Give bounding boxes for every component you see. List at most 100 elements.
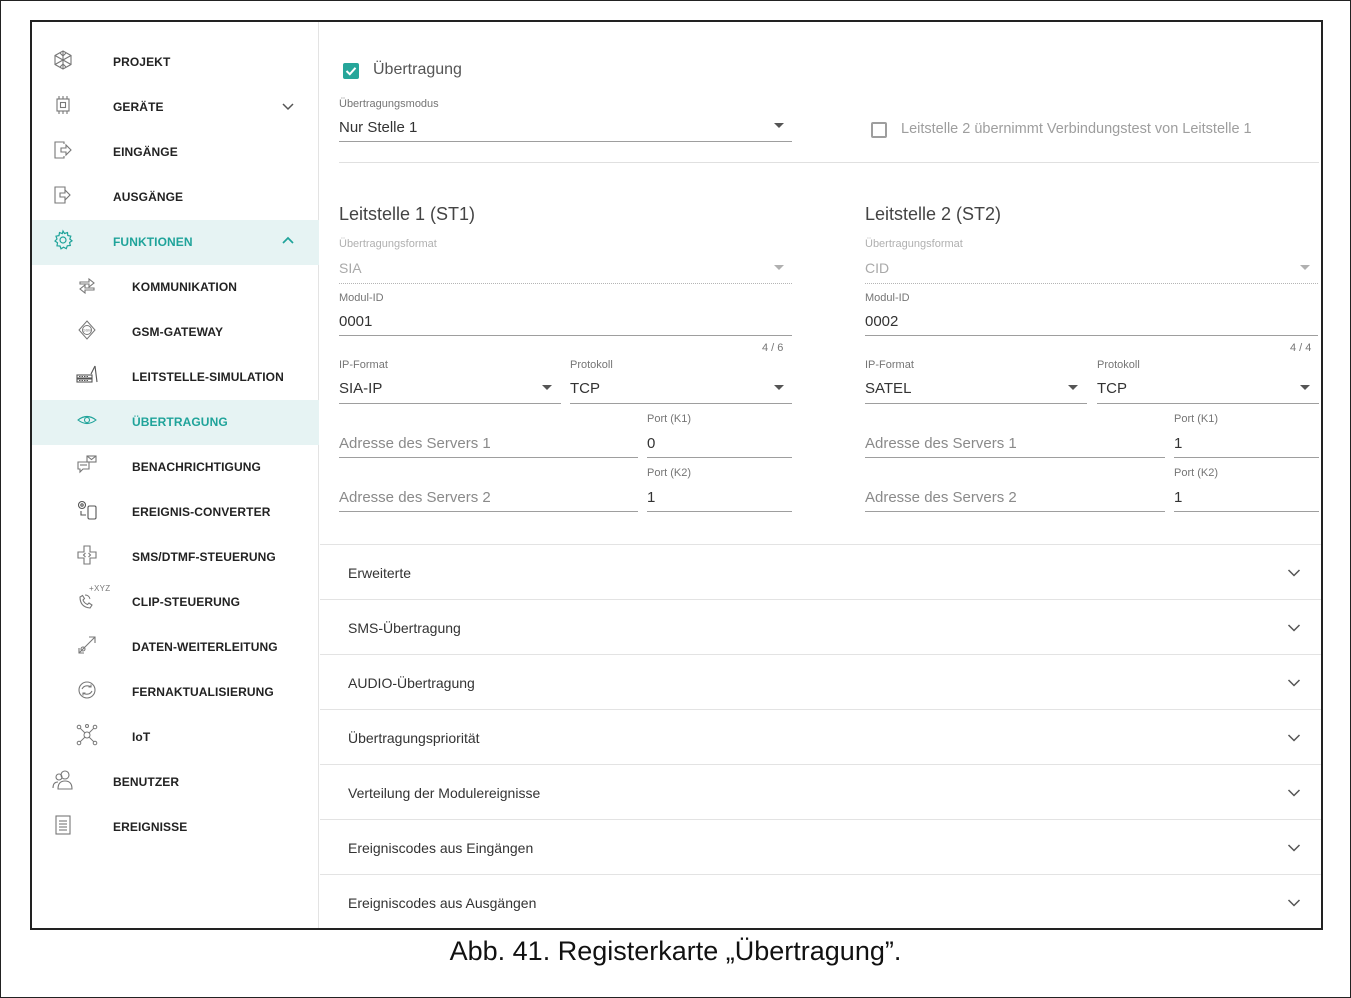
sidebar-item-ausgaenge[interactable]: AUSGÄNGE (32, 175, 319, 220)
sidebar-item-clip-steuerung[interactable]: +XYZ CLIP-STEUERUNG (32, 580, 319, 625)
st2-ip-format-select[interactable]: SATEL (865, 380, 911, 397)
sidebar-item-gsm-gateway[interactable]: GSM GSM-GATEWAY (32, 310, 319, 355)
sidebar-item-geraete[interactable]: GERÄTE (32, 85, 319, 130)
st1-port1-input[interactable]: 0 (647, 435, 655, 452)
sidebar-item-uebertragung[interactable]: ÜBERTRAGUNG (32, 400, 319, 445)
st1-server1-underline (339, 457, 638, 458)
st1-module-id-counter: 4 / 6 (762, 342, 784, 354)
sidebar-item-kommunikation[interactable]: KOMMUNIKATION (32, 265, 319, 310)
st2-protocol-label: Protokoll (1097, 359, 1140, 371)
gsm-gateway-icon: GSM (76, 319, 98, 341)
sidebar-item-benutzer[interactable]: BENUTZER (32, 760, 319, 805)
st1-format-underline (339, 283, 792, 284)
chevron-up-icon[interactable] (280, 233, 296, 249)
sidebar-item-ereignisse[interactable]: EREIGNISSE (32, 805, 319, 850)
st1-port1-label: Port (K1) (647, 413, 692, 425)
sidebar-item-funktionen[interactable]: FUNKTIONEN (32, 220, 319, 265)
accordion-ereigniscodes-eingaenge[interactable]: Ereigniscodes aus Eingängen (320, 819, 1321, 874)
st2-format-select: CID (865, 260, 890, 276)
sidebar-item-label: BENACHRICHTIGUNG (132, 460, 261, 474)
sidebar-item-label: CLIP-STEUERUNG (132, 595, 241, 609)
gear-icon (52, 229, 74, 251)
sidebar-item-daten-weiterleitung[interactable]: DATEN-WEITERLEITUNG (32, 625, 319, 670)
accordion-label: Ereigniscodes aus Ausgängen (348, 895, 537, 911)
transmission-checkbox[interactable] (343, 63, 359, 79)
st2-protocol-select[interactable]: TCP (1097, 380, 1127, 397)
st2-port2-input[interactable]: 1 (1174, 489, 1182, 506)
st2-format-underline (865, 283, 1318, 284)
sidebar-item-ereignis-converter[interactable]: EREIGNIS-CONVERTER (32, 490, 319, 535)
dropdown-arrow-icon[interactable] (774, 123, 784, 128)
event-converter-icon (76, 499, 98, 521)
chevron-down-icon (1285, 618, 1303, 636)
st1-port1-underline (647, 457, 792, 458)
st1-server1-input[interactable]: Adresse des Servers 1 (339, 435, 491, 452)
sidebar-item-label: KOMMUNIKATION (132, 280, 238, 294)
st1-module-id-underline (339, 335, 792, 336)
accordion-verteilung-modulereignisse[interactable]: Verteilung der Modulereignisse (320, 764, 1321, 819)
sms-dtmf-icon (76, 544, 98, 566)
st1-module-id-input[interactable]: 0001 (339, 313, 372, 330)
sidebar-item-label: LEITSTELLE-SIMULATION (132, 370, 284, 384)
sidebar-item-eingaenge[interactable]: EINGÄNGE (32, 130, 319, 175)
mode-select-underline (339, 141, 792, 142)
dropdown-arrow-icon[interactable] (1068, 385, 1078, 390)
st2-ip-format-underline (865, 403, 1087, 404)
mode-label: Übertragungsmodus (339, 98, 439, 110)
sidebar-item-leitstelle-simulation[interactable]: LEITSTELLE-SIMULATION (32, 355, 319, 400)
st1-format-select: SIA (339, 260, 362, 276)
chevron-down-icon (1285, 673, 1303, 691)
dropdown-arrow-icon[interactable] (542, 385, 552, 390)
snowflake-project-icon (52, 49, 74, 71)
accordion-label: SMS-Übertragung (348, 620, 461, 636)
st1-module-id-label: Modul-ID (339, 292, 384, 304)
dropdown-arrow-icon[interactable] (1300, 385, 1310, 390)
sidebar-item-fernaktualisierung[interactable]: FERNAKTUALISIERUNG (32, 670, 319, 715)
sidebar-item-benachrichtigung[interactable]: BENACHRICHTIGUNG (32, 445, 319, 490)
sidebar-item-projekt[interactable]: PROJEKT (32, 40, 319, 85)
output-arrow-icon (52, 184, 74, 206)
refresh-icon (76, 679, 98, 701)
accordion-sms-uebertragung[interactable]: SMS-Übertragung (320, 599, 1321, 654)
divider (339, 162, 1319, 163)
sidebar-item-label: AUSGÄNGE (113, 190, 184, 204)
st1-protocol-select[interactable]: TCP (570, 380, 600, 397)
takeover-checkbox[interactable] (871, 122, 887, 138)
check-icon (345, 67, 357, 76)
accordion-audio-uebertragung[interactable]: AUDIO-Übertragung (320, 654, 1321, 709)
mode-select-value[interactable]: Nur Stelle 1 (339, 119, 417, 136)
st2-server1-underline (865, 457, 1165, 458)
st1-format-label: Übertragungsformat (339, 238, 437, 250)
station2-title: Leitstelle 2 (ST2) (865, 204, 1002, 224)
sidebar-item-label: ÜBERTRAGUNG (132, 415, 228, 429)
phone-xyz-icon-text: +XYZ (89, 584, 111, 593)
chevron-down-icon[interactable] (280, 98, 296, 114)
accordion-erweiterte[interactable]: Erweiterte (320, 544, 1321, 599)
st2-server2-input[interactable]: Adresse des Servers 2 (865, 489, 1017, 506)
accordion-uebertragungsprioritaet[interactable]: Übertragungspriorität (320, 709, 1321, 764)
sidebar-item-label: BENUTZER (113, 775, 180, 789)
sidebar-item-iot[interactable]: IoT (32, 715, 319, 760)
st1-server2-input[interactable]: Adresse des Servers 2 (339, 489, 491, 506)
svg-text:GSM: GSM (82, 328, 91, 333)
st2-server1-input[interactable]: Adresse des Servers 1 (865, 435, 1017, 452)
st1-ip-format-select[interactable]: SIA-IP (339, 380, 382, 397)
st1-port2-underline (647, 511, 792, 512)
notification-chat-icon (76, 454, 98, 476)
chevron-down-icon (1285, 893, 1303, 911)
station1-title: Leitstelle 1 (ST1) (339, 204, 476, 224)
st2-port1-input[interactable]: 1 (1174, 435, 1182, 452)
dropdown-arrow-icon[interactable] (774, 385, 784, 390)
st1-protocol-label: Protokoll (570, 359, 613, 371)
sidebar-item-label: GERÄTE (113, 100, 164, 114)
st2-ip-format-label: IP-Format (865, 359, 914, 371)
st1-port2-input[interactable]: 1 (647, 489, 655, 506)
st1-ip-format-label: IP-Format (339, 359, 388, 371)
st2-port1-underline (1174, 457, 1319, 458)
sidebar-item-label: EREIGNIS-CONVERTER (132, 505, 271, 519)
st2-module-id-counter: 4 / 4 (1290, 342, 1312, 354)
accordion-ereigniscodes-ausgaenge[interactable]: Ereigniscodes aus Ausgängen (320, 874, 1321, 928)
st2-module-id-input[interactable]: 0002 (865, 313, 898, 330)
data-forward-icon (76, 634, 98, 656)
sidebar-item-sms-dtmf-steuerung[interactable]: SMS/DTMF-STEUERUNG (32, 535, 319, 580)
